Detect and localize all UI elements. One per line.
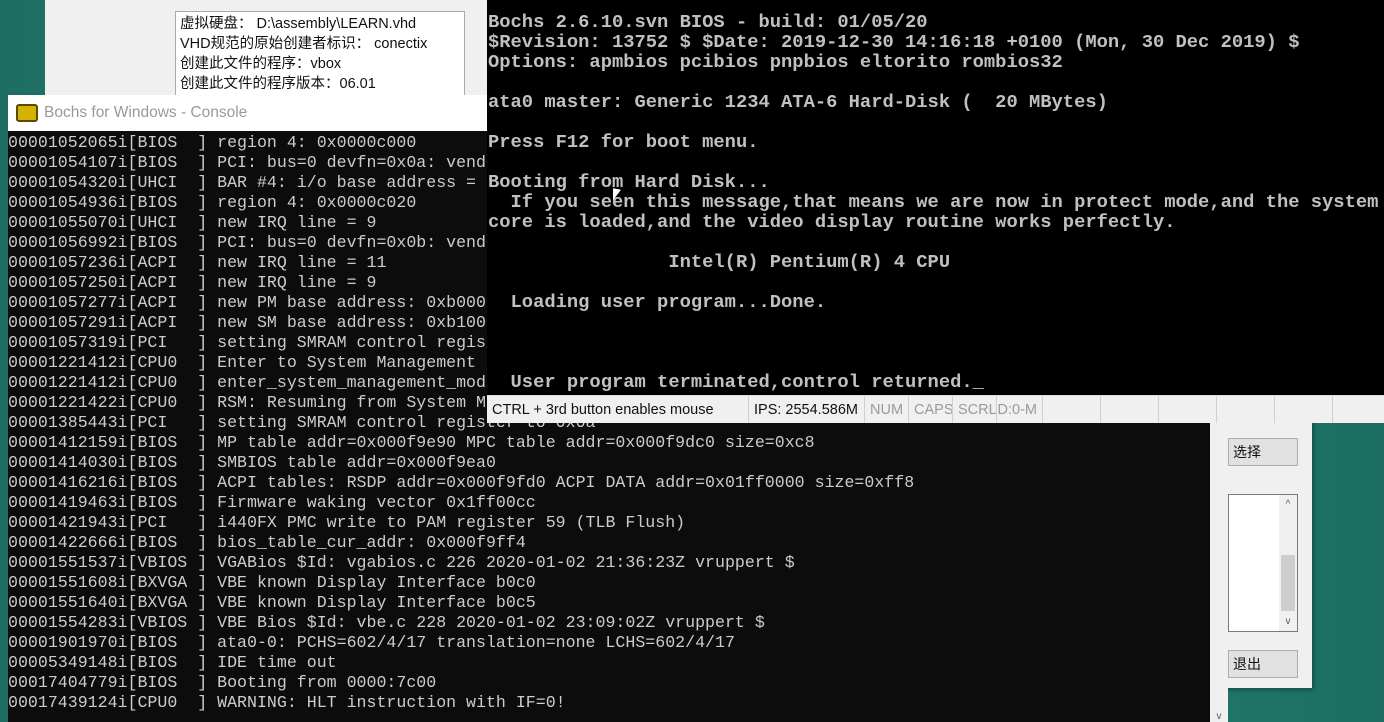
caps-indicator: CAPS [909,396,953,423]
output-line: 00001412159i[BIOS ] MP table addr=0x000f… [8,433,815,452]
output-line: ata0 master: Generic 1234 ATA-6 Hard-Dis… [488,91,1108,113]
output-line: 00001554283i[VBIOS ] VBE Bios $Id: vbe.c… [8,613,765,632]
output-line: 00017404779i[BIOS ] Booting from 0000:7c… [8,673,437,692]
console-title: Bochs for Windows - Console [44,104,248,121]
output-line: 00001551640i[BXVGA ] VBE known Display I… [8,593,536,612]
output-line: core is loaded,and the video display rou… [488,211,1176,233]
bochs-icon [16,104,38,122]
scroll-down-icon[interactable]: v [1210,711,1228,722]
num-indicator: NUM [865,396,909,423]
output-line: User program terminated,control returned… [488,371,984,393]
output-line: 00001421943i[PCI ] i440FX PMC write to P… [8,513,686,532]
output-line: 00001414030i[BIOS ] SMBIOS table addr=0x… [8,453,496,472]
hd-indicator: HD:0-M [997,396,1043,423]
status-empty [1101,396,1159,423]
tooltip-line: 虚拟硬盘： D:\assembly\LEARN.vhd [180,16,417,32]
exit-button[interactable]: 退出 [1228,650,1298,678]
output-line: If you seen this message,that means we a… [488,191,1379,213]
scrl-indicator: SCRL [953,396,997,423]
mouse-cursor-icon [613,188,621,202]
output-line: Loading user program...Done. [488,291,827,313]
bochs-vga-display[interactable]: Bochs 2.6.10.svn BIOS - build: 01/05/20 $… [487,0,1384,395]
output-line: 00001422666i[BIOS ] bios_table_cur_addr:… [8,533,526,552]
scroll-up-icon[interactable]: ^ [1279,499,1297,510]
output-line: 00001901970i[BIOS ] ata0-0: PCHS=602/4/1… [8,633,735,652]
scroll-down-icon[interactable]: v [1279,616,1297,627]
tooltip-line: VHD规范的原始创建者标识： conectix [180,36,428,52]
output-line: Bochs 2.6.10.svn BIOS - build: 01/05/20 [488,11,928,33]
file-listbox[interactable]: ^ v [1228,494,1298,632]
status-empty [1043,396,1101,423]
output-line: 00001551537i[VBIOS ] VGABios $Id: vgabio… [8,553,795,572]
status-empty [1275,396,1333,423]
output-line: Booting from Hard Disk... [488,171,770,193]
output-line: 00017439124i[CPU0 ] WARNING: HLT instruc… [8,693,566,712]
status-bar: CTRL + 3rd button enables mouse IPS: 255… [487,395,1384,423]
status-empty [1159,396,1217,423]
listbox-scrollbar[interactable]: ^ v [1279,495,1297,631]
tooltip-line: 创建此文件的程序版本：06.01 [180,76,376,92]
output-line: 00001416216i[BIOS ] ACPI tables: RSDP ad… [8,473,915,492]
output-line: Press F12 for boot menu. [488,131,759,153]
select-button[interactable]: 选择 [1228,438,1298,466]
tooltip-line: 创建此文件的程序：vbox [180,56,342,72]
scrollbar-thumb[interactable] [1281,555,1295,611]
output-line: Intel(R) Pentium(R) 4 CPU [488,251,951,273]
status-empty [1217,396,1275,423]
output-line: Options: apmbios pcibios pnpbios eltorit… [488,51,1063,73]
output-line: 00001551608i[BXVGA ] VBE known Display I… [8,573,536,592]
ips-indicator: IPS: 2554.586M [749,396,865,423]
mouse-hint: CTRL + 3rd button enables mouse [487,396,749,423]
vhd-info-tooltip: 虚拟硬盘： D:\assembly\LEARN.vhd VHD规范的原始创建者标… [175,11,465,101]
output-line: 00005349148i[BIOS ] IDE time out [8,653,337,672]
output-line: $Revision: 13752 $ $Date: 2019-12-30 14:… [488,31,1300,53]
output-line: 00001419463i[BIOS ] Firmware waking vect… [8,493,536,512]
